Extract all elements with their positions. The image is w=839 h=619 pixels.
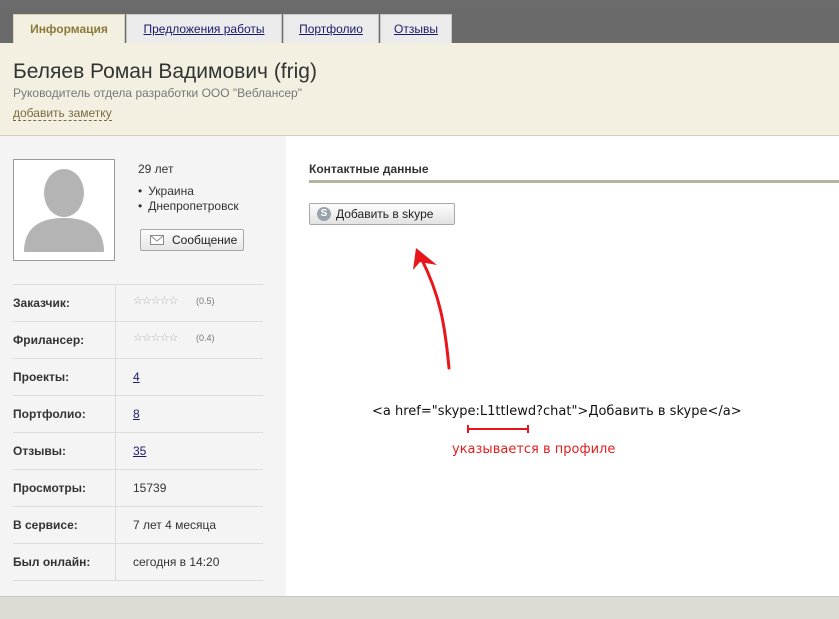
rating-value: (0.5)	[196, 296, 215, 306]
stats-label: Фрилансер:	[13, 333, 85, 347]
location-list: Украина Днепропетровск	[138, 184, 239, 214]
message-button[interactable]: Сообщение	[140, 229, 244, 251]
star-icon: ☆☆☆☆☆	[133, 295, 178, 307]
reviews-count-link[interactable]: 35	[133, 444, 146, 458]
contacts-title: Контактные данные	[309, 162, 429, 176]
top-edge	[0, 0, 839, 8]
tab-reviews[interactable]: Отзывы	[380, 14, 452, 43]
stats-label: Проекты:	[13, 370, 70, 384]
portfolio-count-link[interactable]: 8	[133, 407, 140, 421]
add-to-skype-button[interactable]: S Добавить в skype	[309, 203, 455, 225]
stats-label: Портфолио:	[13, 407, 86, 421]
stats-label: В сервисе:	[13, 518, 78, 532]
last-online-value: сегодня в 14:20	[133, 555, 220, 569]
user-silhouette-icon	[24, 169, 104, 252]
tab-job-offers[interactable]: Предложения работы	[126, 14, 282, 43]
red-arrow-head	[413, 248, 437, 270]
views-count: 15739	[133, 481, 167, 495]
projects-count-link[interactable]: 4	[133, 370, 140, 384]
stats-row-freelancer: Фрилансер: ☆☆☆☆☆ (0.4)	[13, 321, 263, 358]
stats-label: Заказчик:	[13, 296, 70, 310]
stats-table: Заказчик: ☆☆☆☆☆ (0.5) Фрилансер: ☆☆☆☆☆ (…	[13, 284, 263, 581]
stats-row-in-service: В сервисе: 7 лет 4 месяца	[13, 506, 263, 543]
stats-label: Просмотры:	[13, 481, 87, 495]
profile-sidebar: 29 лет Украина Днепропетровск Сообщение …	[0, 136, 286, 596]
stats-row-last-online: Был онлайн: сегодня в 14:20	[13, 543, 263, 581]
country: Украина	[138, 184, 239, 199]
stats-row-portfolio: Портфолио: 8	[13, 395, 263, 432]
stats-row-client: Заказчик: ☆☆☆☆☆ (0.5)	[13, 284, 263, 321]
stats-row-reviews: Отзывы: 35	[13, 432, 263, 469]
profile-subtitle: Руководитель отдела разработки ООО "Вебл…	[13, 86, 302, 100]
footer-band	[0, 596, 839, 619]
avatar	[13, 159, 115, 261]
annotation-note: указывается в профиле	[452, 442, 616, 457]
envelope-icon	[150, 235, 164, 245]
skype-icon: S	[317, 207, 331, 221]
message-button-label: Сообщение	[172, 233, 238, 247]
red-arrow-line	[419, 256, 451, 370]
annotation-code: <a href="skype:L1ttlewd?chat">Добавить в…	[372, 404, 742, 419]
in-service-value: 7 лет 4 месяца	[133, 518, 217, 532]
tab-info[interactable]: Информация	[13, 14, 125, 43]
stats-row-projects: Проекты: 4	[13, 358, 263, 395]
stats-row-views: Просмотры: 15739	[13, 469, 263, 506]
contacts-divider	[309, 180, 839, 183]
stats-label: Отзывы:	[13, 444, 67, 458]
tab-bar: Информация Предложения работы Портфолио …	[0, 8, 839, 43]
city: Днепропетровск	[138, 199, 238, 214]
star-icon: ☆☆☆☆☆	[133, 332, 178, 344]
profile-header: Беляев Роман Вадимович (frig) Руководите…	[0, 43, 839, 136]
skype-button-label: Добавить в skype	[336, 207, 434, 221]
tab-portfolio[interactable]: Портфолио	[283, 14, 379, 43]
rating-value: (0.4)	[196, 333, 215, 343]
stats-label: Был онлайн:	[13, 555, 91, 569]
add-note-link[interactable]: добавить заметку	[13, 106, 112, 121]
age: 29 лет	[138, 162, 174, 176]
profile-name: Беляев Роман Вадимович (frig)	[13, 60, 317, 83]
